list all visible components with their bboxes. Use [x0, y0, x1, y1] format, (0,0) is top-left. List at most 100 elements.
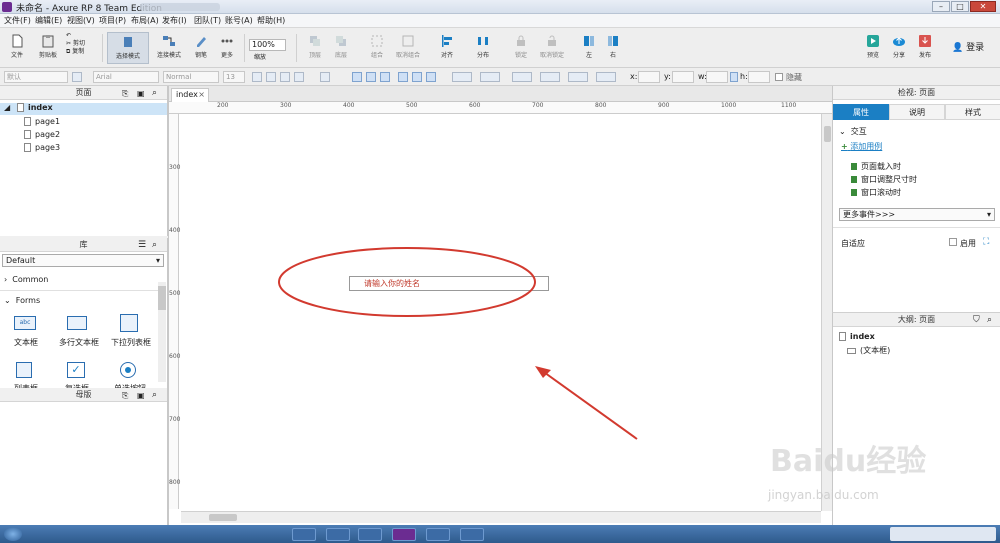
radio-widget-icon[interactable] — [120, 362, 136, 378]
scroll-thumb[interactable] — [209, 514, 237, 521]
x-input[interactable] — [638, 71, 660, 83]
dropdown-widget-icon[interactable] — [120, 314, 138, 332]
font-size-select[interactable]: 13 — [223, 71, 245, 83]
menu-edit[interactable]: 编辑(E) — [35, 15, 62, 26]
line-color-icon[interactable] — [512, 72, 532, 82]
align-button[interactable]: 对齐 — [432, 32, 462, 64]
search-icon[interactable]: ⌕ — [987, 315, 992, 325]
file-button[interactable]: 文件 — [2, 32, 32, 64]
valign-bottom-icon[interactable] — [426, 72, 436, 82]
search-icon[interactable]: ⌕ — [152, 240, 157, 250]
cut-button[interactable]: ✂ 剪切 — [66, 40, 85, 48]
text-field-widget-icon[interactable]: abc — [14, 316, 36, 330]
taskbar-item[interactable] — [358, 528, 382, 541]
italic-icon[interactable] — [280, 72, 290, 82]
line-width-icon[interactable] — [540, 72, 560, 82]
close-button[interactable]: ✕ — [970, 1, 996, 12]
outline-root[interactable]: index — [839, 332, 875, 341]
listbox-widget-icon[interactable] — [16, 362, 32, 378]
group-button[interactable]: 组合 — [362, 32, 392, 64]
login-button[interactable]: 👤 登录 — [952, 40, 984, 53]
shadow-icon[interactable] — [480, 72, 500, 82]
horizontal-scrollbar[interactable] — [181, 511, 821, 523]
search-icon[interactable]: ⌕ — [152, 390, 157, 400]
hidden-checkbox[interactable] — [775, 73, 783, 81]
publish-button[interactable]: 发布 — [910, 32, 940, 64]
tab-properties[interactable]: 属性 — [833, 104, 889, 120]
library-select[interactable]: Default ▾ — [2, 254, 164, 267]
connect-mode-button[interactable]: 连接模式 — [153, 32, 185, 64]
section-common[interactable]: › Common — [4, 275, 48, 284]
style-edit-icon[interactable] — [72, 72, 82, 82]
library-scrollbar[interactable] — [158, 282, 166, 382]
page-tree-item[interactable]: page2 — [24, 130, 60, 139]
taskbar-item[interactable] — [326, 528, 350, 541]
bottom-layer-button[interactable]: 底层 — [326, 32, 356, 64]
add-page-icon[interactable]: ⎘ — [122, 89, 128, 99]
add-folder-icon[interactable]: ▣ — [137, 391, 145, 400]
h-input[interactable] — [748, 71, 770, 83]
scroll-thumb[interactable] — [824, 126, 831, 142]
page-tree-item[interactable]: page3 — [24, 143, 60, 152]
page-tree-item[interactable]: page1 — [24, 117, 60, 126]
valign-top-icon[interactable] — [398, 72, 408, 82]
textarea-widget-icon[interactable] — [67, 316, 87, 330]
distribute-button[interactable]: 分布 — [468, 32, 498, 64]
more-button[interactable]: 更多 — [212, 32, 242, 64]
minimize-button[interactable]: – — [932, 1, 950, 12]
taskbar-item[interactable] — [460, 528, 484, 541]
select-mode-button[interactable]: 选择模式 — [107, 32, 149, 64]
add-case-link[interactable]: + 添加用例 — [841, 141, 882, 152]
section-forms[interactable]: ⌄ Forms — [4, 296, 40, 305]
style-select[interactable]: 默认 — [4, 71, 68, 83]
system-tray[interactable] — [890, 527, 996, 541]
adaptive-views-icon[interactable]: ⛶ — [983, 237, 989, 247]
enable-checkbox[interactable] — [949, 238, 957, 246]
font-weight-select[interactable]: Normal — [163, 71, 219, 83]
underline-icon[interactable] — [294, 72, 304, 82]
menu-team[interactable]: 团队(T) — [194, 15, 221, 26]
expand-icon[interactable]: ◢ — [4, 103, 10, 112]
outline-item[interactable]: (文本框) — [847, 345, 890, 356]
zoom-select[interactable]: 100% — [249, 39, 286, 51]
menu-layout[interactable]: 布局(A) — [131, 15, 159, 26]
align-center-text-icon[interactable] — [366, 72, 376, 82]
taskbar-item[interactable] — [426, 528, 450, 541]
event-window-scroll[interactable]: 窗口滚动时 — [851, 187, 901, 198]
ungroup-button[interactable]: 取消组合 — [390, 32, 426, 64]
add-master-icon[interactable]: ⎘ — [122, 391, 128, 401]
taskbar-axure[interactable] — [392, 528, 416, 541]
menu-publish[interactable]: 发布(I) — [162, 15, 187, 26]
start-button[interactable] — [4, 527, 22, 541]
undo-button[interactable]: ↶ — [66, 32, 85, 40]
line-style-icon[interactable] — [568, 72, 588, 82]
right-button[interactable]: 右 — [598, 32, 628, 64]
search-icon[interactable]: ⌕ — [152, 88, 157, 98]
fill-color-icon[interactable] — [452, 72, 472, 82]
taskbar-item[interactable] — [292, 528, 316, 541]
checkbox-widget-icon[interactable]: ✓ — [67, 362, 85, 378]
menu-file[interactable]: 文件(F) — [4, 15, 31, 26]
menu-icon[interactable]: ☰ — [138, 240, 146, 250]
valign-middle-icon[interactable] — [412, 72, 422, 82]
copy-button[interactable]: ⧉ 复制 — [66, 48, 85, 56]
more-events-select[interactable]: 更多事件>>> ▾ — [839, 208, 995, 221]
filter-icon[interactable]: ⛉ — [973, 315, 980, 325]
clipboard-button[interactable]: 剪贴板 — [33, 32, 63, 64]
bullet-icon[interactable] — [320, 72, 330, 82]
tab-style[interactable]: 样式 — [945, 104, 1000, 120]
w-input[interactable] — [706, 71, 728, 83]
menu-view[interactable]: 视图(V) — [67, 15, 95, 26]
font-select[interactable]: Arial — [93, 71, 159, 83]
arrow-style-icon[interactable] — [596, 72, 616, 82]
tab-notes[interactable]: 说明 — [889, 104, 945, 120]
event-window-resize[interactable]: 窗口调整尺寸时 — [851, 174, 917, 185]
lock-ratio-icon[interactable] — [730, 72, 738, 82]
maximize-button[interactable]: □ — [951, 1, 969, 12]
interaction-section[interactable]: ⌄ 交互 — [839, 126, 867, 137]
lock-button[interactable]: 锁定 — [506, 32, 536, 64]
add-folder-icon[interactable]: ▣ — [137, 89, 145, 98]
y-input[interactable] — [672, 71, 694, 83]
align-left-text-icon[interactable] — [352, 72, 362, 82]
page-tree-root[interactable]: ◢ index — [0, 103, 167, 115]
